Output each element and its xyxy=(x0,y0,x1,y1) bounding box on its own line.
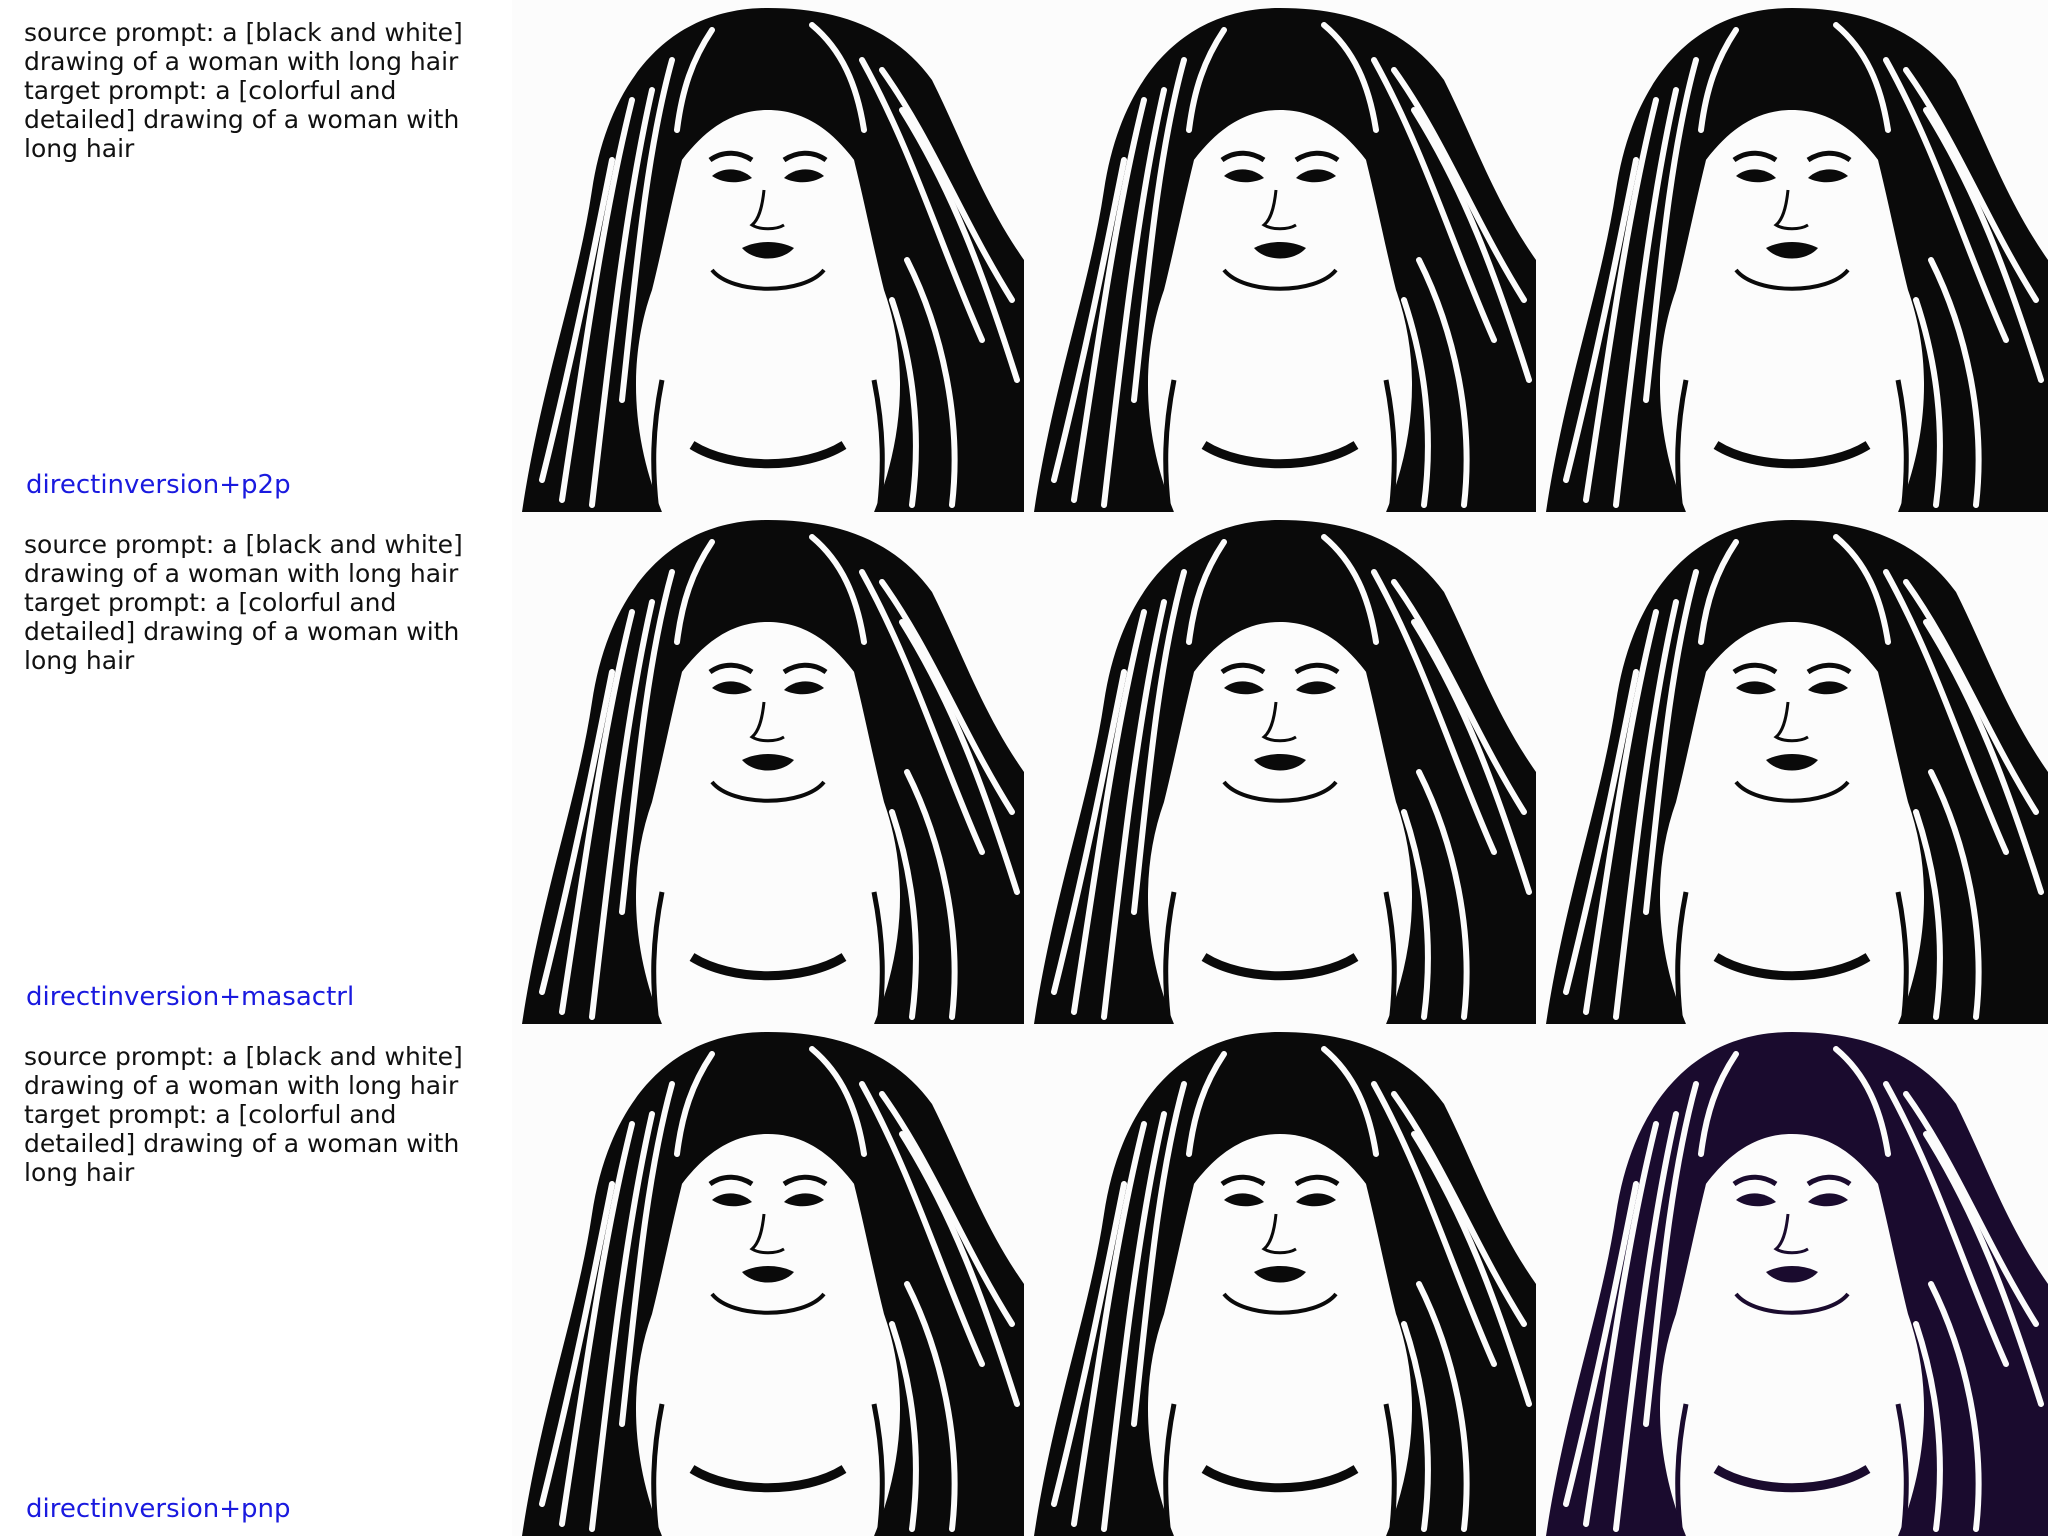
result-row: source prompt: a [black and white] drawi… xyxy=(0,512,2048,1024)
source-image xyxy=(512,1024,1024,1536)
source-image xyxy=(512,512,1024,1024)
edited-image xyxy=(1536,512,2048,1024)
source-prompt: source prompt: a [black and white] drawi… xyxy=(24,1042,463,1100)
prompt-caption: source prompt: a [black and white] drawi… xyxy=(24,530,484,675)
method-label: directinversion+masactrl xyxy=(26,982,355,1012)
result-row: source prompt: a [black and white] drawi… xyxy=(0,1024,2048,1536)
method-label: directinversion+pnp xyxy=(26,1494,291,1524)
reconstructed-image xyxy=(1024,0,1536,512)
edited-image xyxy=(1536,1024,2048,1536)
edited-image xyxy=(1536,0,2048,512)
target-prompt: target prompt: a [colorful and detailed]… xyxy=(24,1100,460,1187)
target-prompt: target prompt: a [colorful and detailed]… xyxy=(24,76,460,163)
prompt-caption: source prompt: a [black and white] drawi… xyxy=(24,1042,484,1187)
target-prompt: target prompt: a [colorful and detailed]… xyxy=(24,588,460,675)
source-prompt: source prompt: a [black and white] drawi… xyxy=(24,18,463,76)
prompt-caption: source prompt: a [black and white] drawi… xyxy=(24,18,484,163)
source-image xyxy=(512,0,1024,512)
reconstructed-image xyxy=(1024,1024,1536,1536)
method-label: directinversion+p2p xyxy=(26,470,291,500)
reconstructed-image xyxy=(1024,512,1536,1024)
source-prompt: source prompt: a [black and white] drawi… xyxy=(24,530,463,588)
result-row: source prompt: a [black and white] drawi… xyxy=(0,0,2048,512)
